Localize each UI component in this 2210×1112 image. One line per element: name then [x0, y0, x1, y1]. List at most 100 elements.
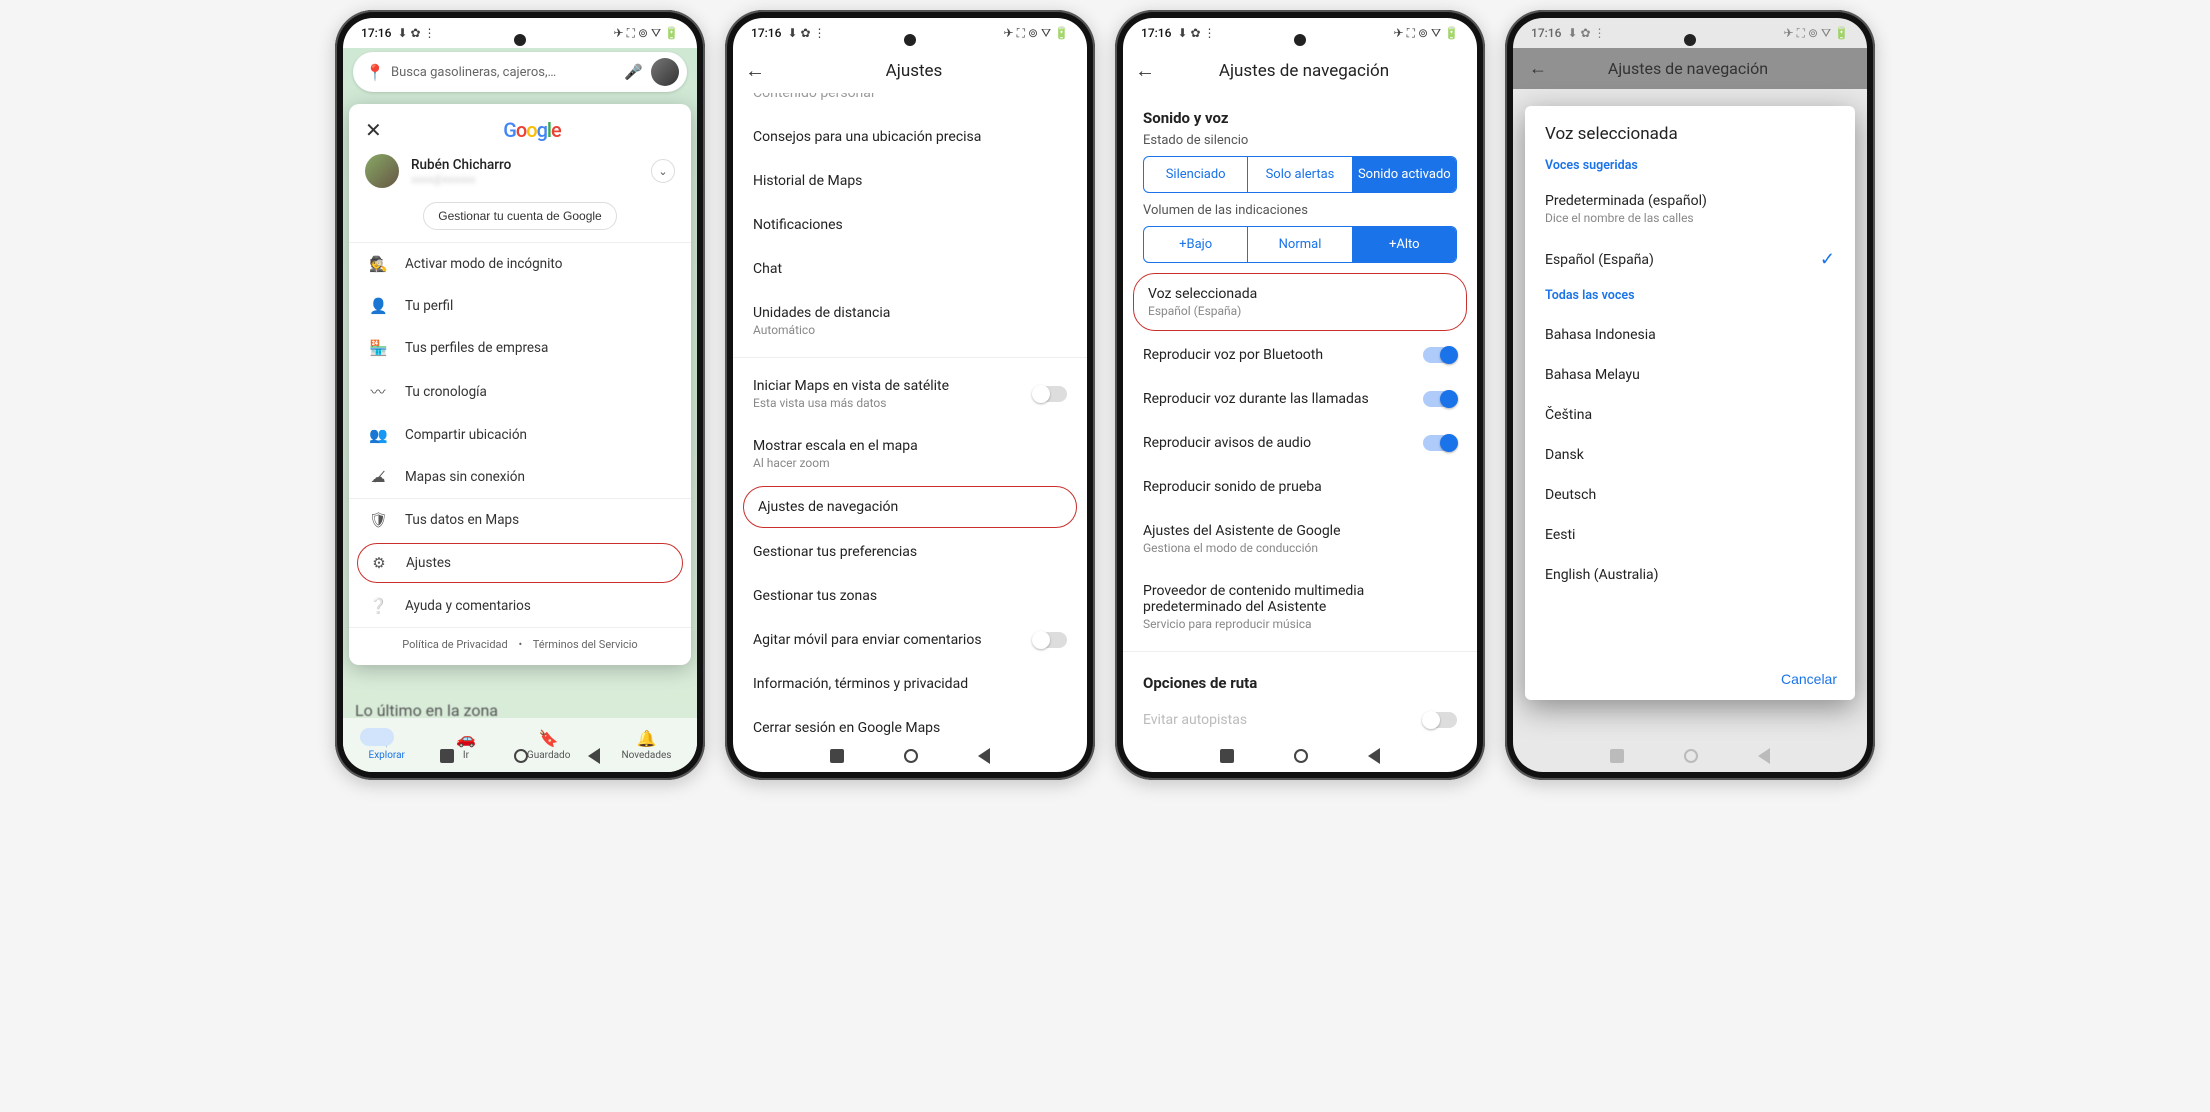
row-manage-zones[interactable]: Gestionar tus zonas — [733, 574, 1087, 618]
menu-timeline[interactable]: 〰Tu cronología — [349, 369, 691, 414]
switch-on-icon[interactable] — [1423, 347, 1457, 363]
screen-3: 17:16⬇ ✿ ⋮ ✈ ⛶ ⊚ ⛛ 🔋 ← Ajustes de navega… — [1123, 18, 1477, 772]
status-left-icons: ⬇ ✿ ⋮ — [397, 26, 435, 40]
row-info-terms[interactable]: Información, términos y privacidad — [733, 662, 1087, 706]
seg-muted[interactable]: Silenciado — [1144, 157, 1247, 192]
menu-profile[interactable]: 👤Tu perfil — [349, 285, 691, 327]
voice-option[interactable]: Deutsch — [1545, 475, 1835, 515]
nav-back-icon[interactable] — [588, 748, 600, 764]
nav-settings-list[interactable]: Sonido y voz Estado de silencio Silencia… — [1123, 93, 1477, 772]
row-bluetooth-voice[interactable]: Reproducir voz por Bluetooth — [1123, 333, 1477, 377]
row-nav-settings-highlighted[interactable]: Ajustes de navegación — [743, 486, 1077, 528]
voice-spanish-spain[interactable]: Español (España) ✓ — [1545, 237, 1835, 282]
nav-back-icon[interactable] — [978, 748, 990, 764]
search-placeholder: Busca gasolineras, cajeros,… — [391, 65, 616, 80]
nav-recents-icon[interactable] — [1610, 749, 1624, 763]
menu-incognito[interactable]: 🕵Activar modo de incógnito — [349, 243, 691, 285]
menu-offline-maps[interactable]: ☁̸Mapas sin conexión — [349, 456, 691, 498]
label-mute-state: Estado de silencio — [1123, 133, 1477, 156]
mic-icon[interactable]: 🎤 — [624, 63, 643, 81]
statusbar: 17:16⬇ ✿ ⋮ ✈ ⛶ ⊚ ⛛ 🔋 — [1513, 18, 1867, 48]
switch-on-icon[interactable] — [1423, 435, 1457, 451]
row-voice-during-calls[interactable]: Reproducir voz durante las llamadas — [1123, 377, 1477, 421]
row-sign-out[interactable]: Cerrar sesión en Google Maps — [733, 706, 1087, 750]
appbar: ← Ajustes — [733, 48, 1087, 93]
menu-share-location[interactable]: 👥Compartir ubicación — [349, 414, 691, 456]
phone-1: 17:16 ⬇ ✿ ⋮ ✈ ⛶ ⊚ ⛛ 🔋 📍 Busca gasolineras… — [335, 10, 705, 780]
settings-list[interactable]: Contenido personal Consejos para una ubi… — [733, 93, 1087, 772]
row-manage-prefs[interactable]: Gestionar tus preferencias — [733, 530, 1087, 574]
row-assistant-settings[interactable]: Ajustes del Asistente de GoogleGestiona … — [1123, 509, 1477, 569]
status-time: 17:16 — [361, 26, 391, 40]
voice-option[interactable]: Eesti — [1545, 515, 1835, 555]
manage-account-button[interactable]: Gestionar tu cuenta de Google — [423, 202, 616, 230]
row-avoid-highways[interactable]: Evitar autopistas — [1123, 698, 1477, 742]
switch-off-icon[interactable] — [1033, 386, 1067, 402]
row-audio-alerts[interactable]: Reproducir avisos de audio — [1123, 421, 1477, 465]
chevron-down-icon[interactable]: ⌄ — [651, 159, 675, 183]
voice-option[interactable]: Dansk — [1545, 435, 1835, 475]
row-notifications[interactable]: Notificaciones — [733, 203, 1087, 247]
voice-option[interactable]: Čeština — [1545, 395, 1835, 435]
label-guidance-volume: Volumen de las indicaciones — [1123, 203, 1477, 226]
account-row[interactable]: Rubén Chicharro xxxx@xxxxxx ⌄ — [349, 148, 691, 196]
timeline-icon: 〰 — [369, 381, 387, 402]
phone-3: 17:16⬇ ✿ ⋮ ✈ ⛶ ⊚ ⛛ 🔋 ← Ajustes de navega… — [1115, 10, 1485, 780]
seg-low[interactable]: +Bajo — [1144, 227, 1247, 262]
voice-option[interactable]: English (Australia) — [1545, 555, 1835, 595]
nav-recents-icon[interactable] — [1220, 749, 1234, 763]
menu-help[interactable]: ❔Ayuda y comentarios — [349, 585, 691, 627]
tos-link[interactable]: Términos del Servicio — [533, 638, 638, 651]
dialog-title: Voz seleccionada — [1545, 124, 1835, 144]
menu-label: Mapas sin conexión — [405, 469, 525, 485]
voice-default[interactable]: Predeterminada (español) Dice el nombre … — [1545, 181, 1835, 237]
voice-dialog: Voz seleccionada Voces sugeridas Predete… — [1525, 106, 1855, 700]
voice-option[interactable]: Bahasa Melayu — [1545, 355, 1835, 395]
row-media-provider[interactable]: Proveedor de contenido multimedia predet… — [1123, 569, 1477, 645]
row-satellite-start[interactable]: Iniciar Maps en vista de satéliteEsta vi… — [733, 364, 1087, 424]
nav-home-icon[interactable] — [904, 749, 918, 763]
row-show-scale[interactable]: Mostrar escala en el mapa Al hacer zoom — [733, 424, 1087, 484]
avatar-icon — [365, 154, 399, 188]
tab-updates[interactable]: 🔔Novedades — [621, 729, 671, 761]
switch-off-icon[interactable] — [1033, 632, 1067, 648]
tab-explore[interactable]: 📍Explorar — [369, 729, 405, 761]
nav-home-icon[interactable] — [514, 749, 528, 763]
label-suggested-voices: Voces sugeridas — [1545, 158, 1835, 173]
voice-list[interactable]: Bahasa Indonesia Bahasa Melayu Čeština D… — [1525, 315, 1855, 661]
privacy-link[interactable]: Política de Privacidad — [402, 638, 507, 651]
section-sound-voice: Sonido y voz — [1123, 93, 1477, 133]
map-background: 📍 Busca gasolineras, cajeros,… 🎤 ✕ Googl… — [343, 48, 697, 772]
nav-home-icon[interactable] — [1684, 749, 1698, 763]
menu-business[interactable]: 🏪Tus perfiles de empresa — [349, 327, 691, 369]
seg-high[interactable]: +Alto — [1352, 227, 1456, 262]
row-shake-feedback[interactable]: Agitar móvil para enviar comentarios — [733, 618, 1087, 662]
switch-off-icon[interactable] — [1423, 712, 1457, 728]
menu-data-in-maps[interactable]: 🛡Tus datos en Maps — [349, 499, 691, 541]
statusbar: 17:16⬇ ✿ ⋮ ✈ ⛶ ⊚ ⛛ 🔋 — [1123, 18, 1477, 48]
voice-option[interactable]: Bahasa Indonesia — [1545, 315, 1835, 355]
menu-settings[interactable]: ⚙Ajustes — [357, 543, 683, 583]
close-icon[interactable]: ✕ — [365, 118, 389, 142]
nav-back-icon[interactable] — [1368, 748, 1380, 764]
seg-alerts[interactable]: Solo alertas — [1247, 157, 1351, 192]
nav-recents-icon[interactable] — [440, 749, 454, 763]
avatar[interactable] — [651, 58, 679, 86]
nav-recents-icon[interactable] — [830, 749, 844, 763]
row-location-tips[interactable]: Consejos para una ubicación precisa — [733, 115, 1087, 159]
status-right-icons: ✈ ⛶ ⊚ ⛛ 🔋 — [614, 26, 679, 41]
row-history[interactable]: Historial de Maps — [733, 159, 1087, 203]
nav-home-icon[interactable] — [1294, 749, 1308, 763]
search-pill[interactable]: 📍 Busca gasolineras, cajeros,… 🎤 — [353, 52, 687, 92]
menu-label: Tus perfiles de empresa — [405, 340, 548, 356]
phone-2: 17:16⬇ ✿ ⋮ ✈ ⛶ ⊚ ⛛ 🔋 ← Ajustes Contenido… — [725, 10, 1095, 780]
seg-normal[interactable]: Normal — [1247, 227, 1351, 262]
row-chat[interactable]: Chat — [733, 247, 1087, 291]
row-distance-units[interactable]: Unidades de distancia Automático — [733, 291, 1087, 351]
nav-back-icon[interactable] — [1758, 748, 1770, 764]
row-selected-voice-highlighted[interactable]: Voz seleccionada Español (España) — [1133, 273, 1467, 331]
switch-on-icon[interactable] — [1423, 391, 1457, 407]
cancel-button[interactable]: Cancelar — [1781, 671, 1837, 687]
row-test-sound[interactable]: Reproducir sonido de prueba — [1123, 465, 1477, 509]
seg-sound-on[interactable]: Sonido activado — [1352, 157, 1456, 192]
